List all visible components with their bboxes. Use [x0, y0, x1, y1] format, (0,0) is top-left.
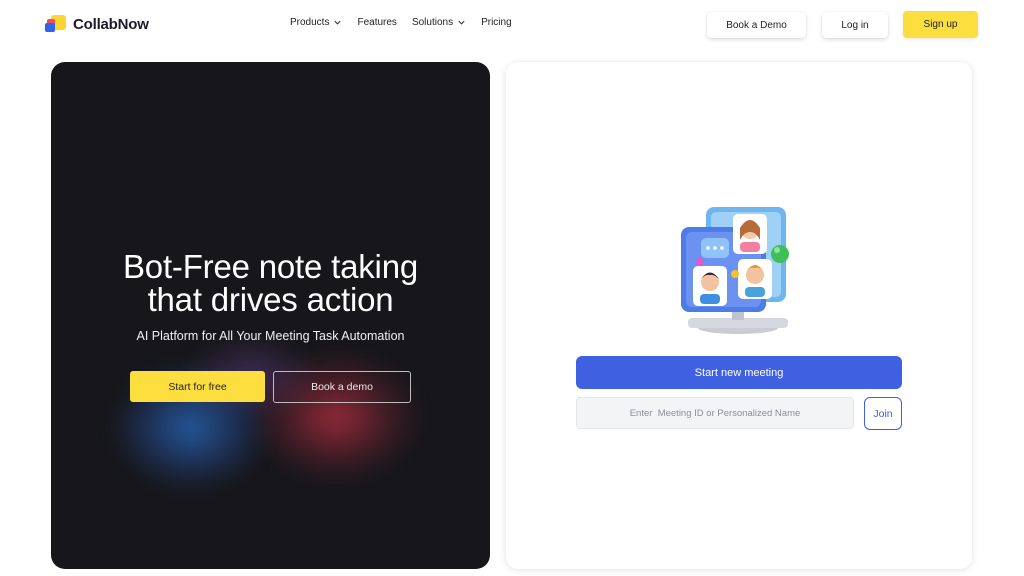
nav-item-label: Solutions — [411, 17, 454, 28]
site-header: CollabNow Products Features Solutions Pr… — [0, 0, 1024, 50]
chevron-down-icon — [334, 20, 342, 25]
sign-up-button[interactable]: Sign up — [903, 11, 978, 38]
log-in-button[interactable]: Log in — [822, 12, 888, 38]
nav-item-label: Products — [290, 17, 330, 28]
hero-title-line-1: Bot-Free note taking — [123, 248, 418, 285]
start-for-free-button[interactable]: Start for free — [130, 371, 265, 402]
hero-book-demo-button[interactable]: Book a demo — [273, 371, 411, 403]
meeting-id-input[interactable] — [576, 397, 854, 429]
brand-logo[interactable]: CollabNow — [45, 15, 149, 33]
hero-card: Bot-Free note taking that drives action … — [51, 62, 490, 569]
hero-title-line-2: that drives action — [147, 281, 394, 318]
hero-subtitle: AI Platform for All Your Meeting Task Au… — [136, 329, 405, 343]
brand-name: CollabNow — [73, 15, 149, 33]
meeting-card: Start new meeting Join — [506, 62, 972, 569]
book-a-demo-button[interactable]: Book a Demo — [707, 12, 806, 38]
nav-item-label: Pricing — [481, 17, 512, 28]
nav-item-label: Features — [357, 17, 397, 28]
nav-item-features[interactable]: Features — [357, 17, 396, 28]
hero-title: Bot-Free note taking that drives action — [51, 250, 490, 316]
main-nav: Products Features Solutions Pricing — [290, 17, 527, 28]
nav-item-products[interactable]: Products — [290, 17, 342, 28]
nav-item-pricing[interactable]: Pricing — [481, 17, 512, 28]
logo-mark-icon — [45, 15, 67, 33]
chevron-down-icon — [458, 20, 465, 25]
video-meeting-illustration — [681, 207, 789, 334]
join-button[interactable]: Join — [864, 397, 902, 430]
nav-item-solutions[interactable]: Solutions — [412, 17, 466, 28]
start-new-meeting-button[interactable]: Start new meeting — [576, 356, 902, 389]
